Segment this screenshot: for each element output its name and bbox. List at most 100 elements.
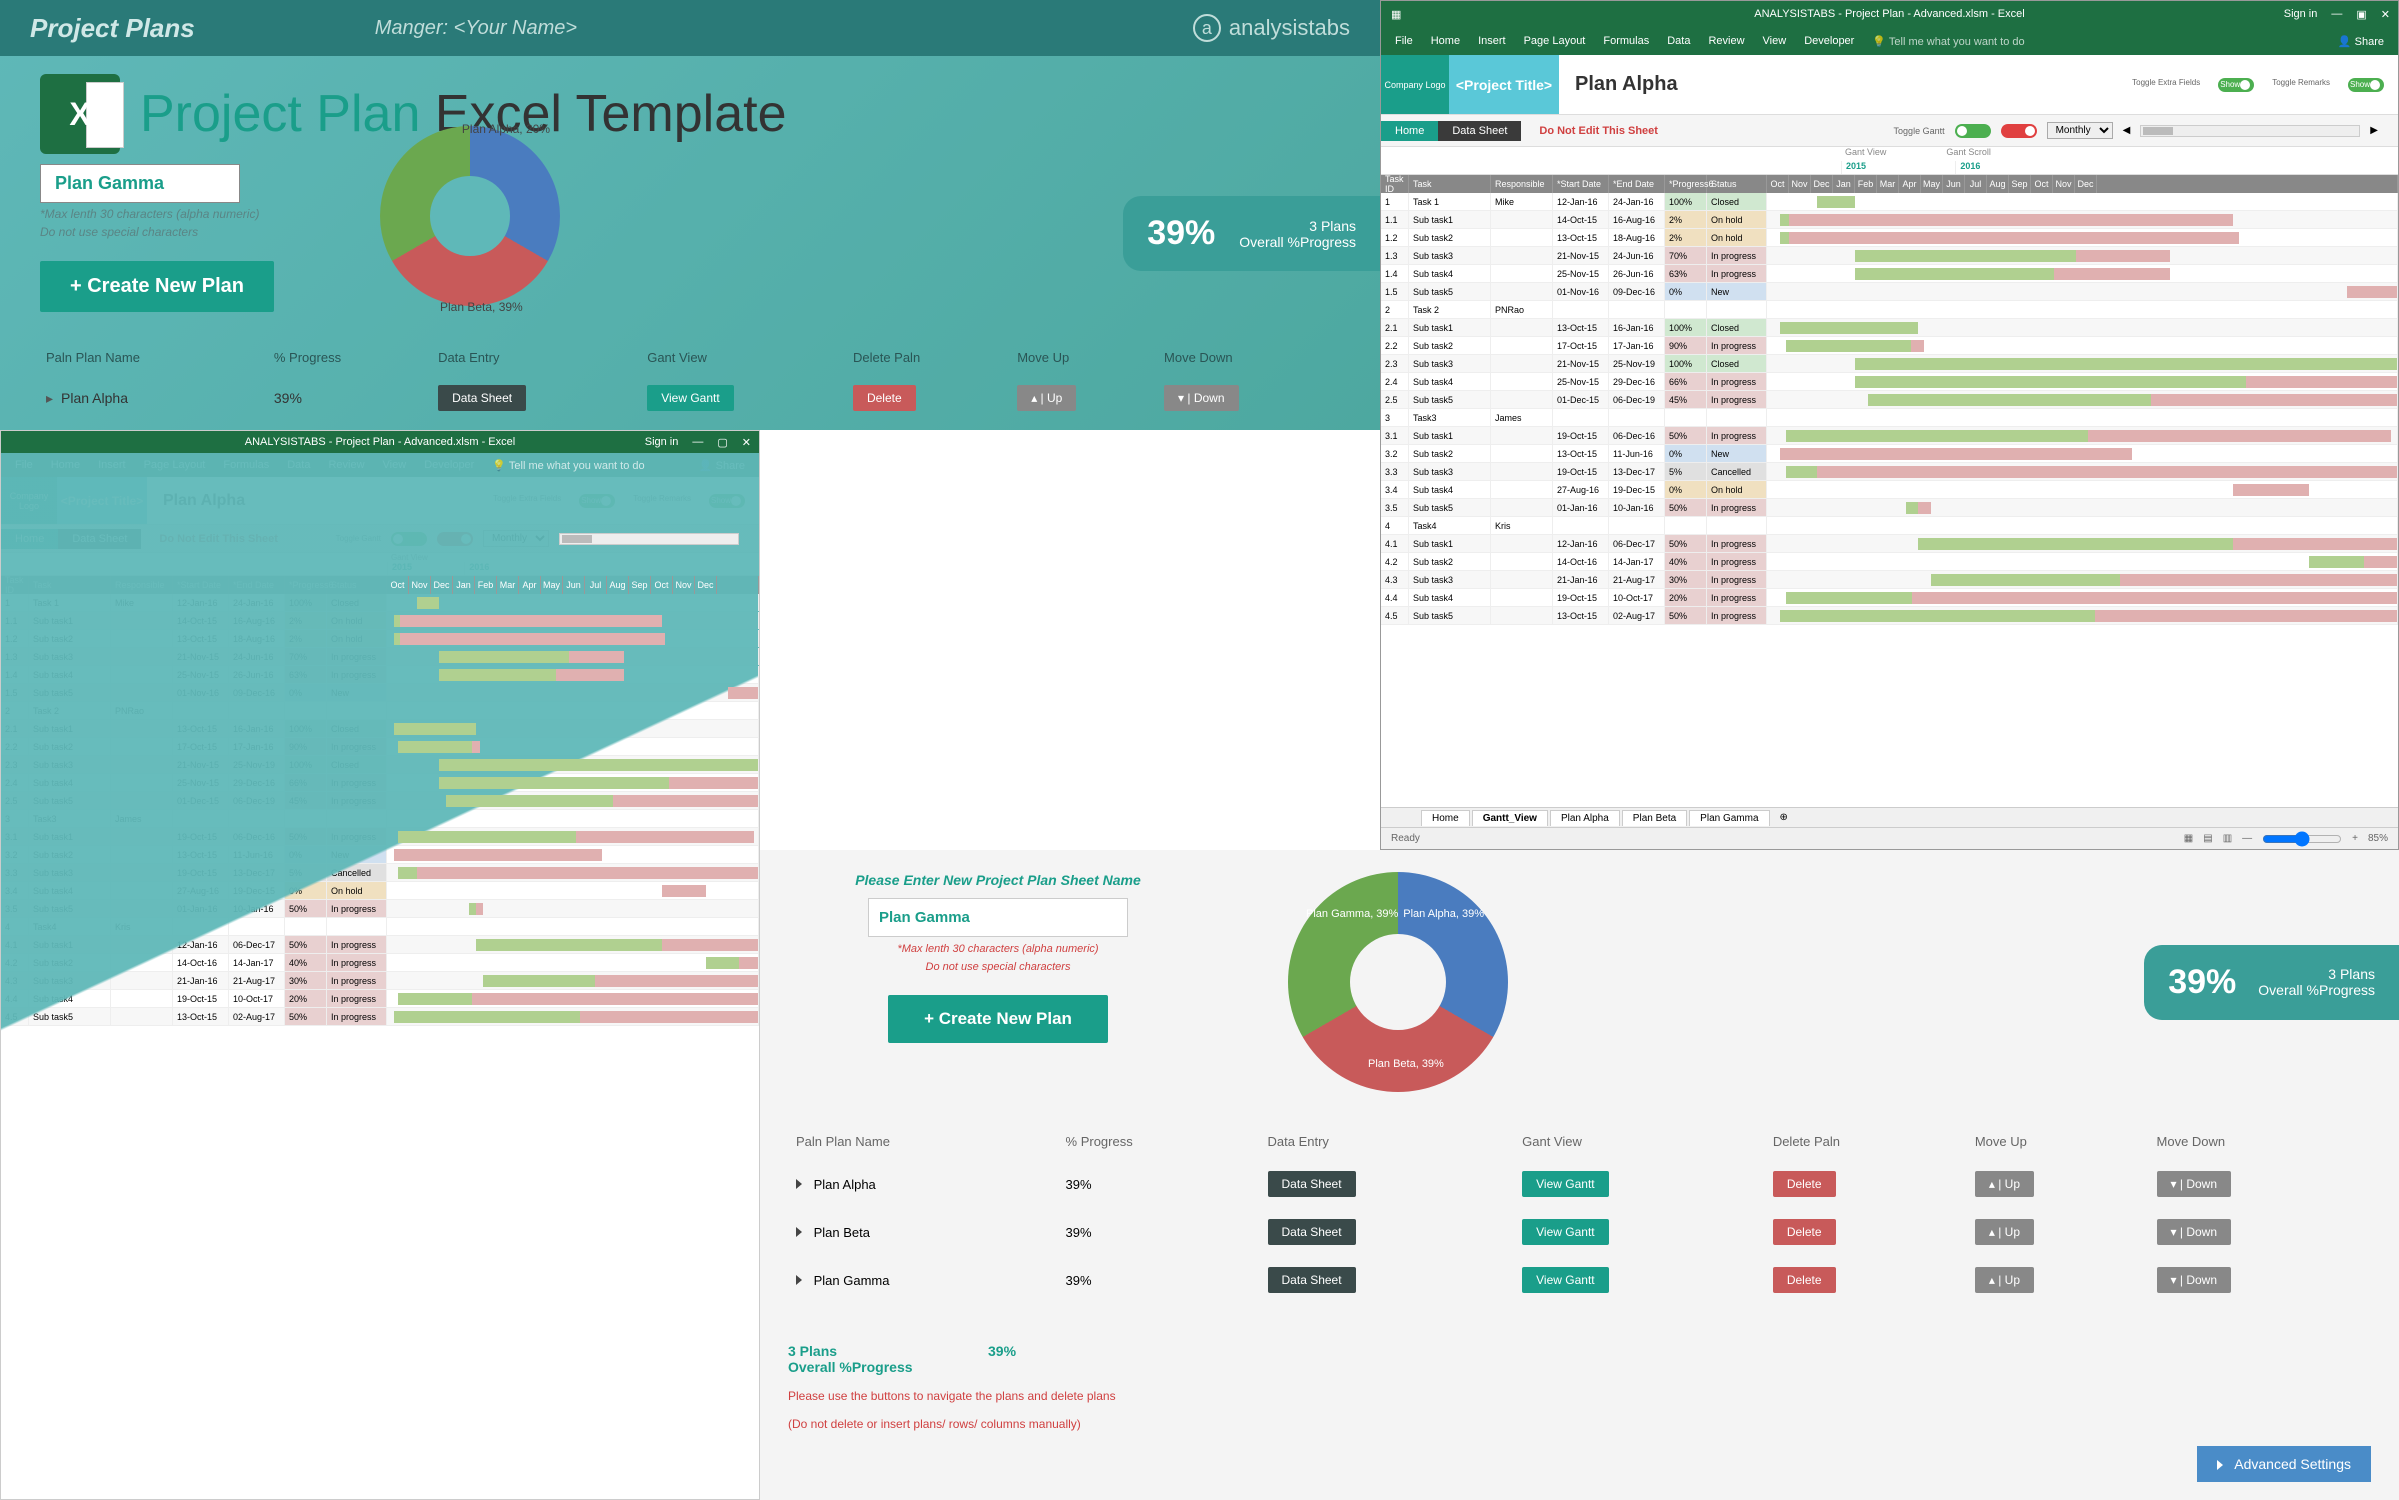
gantt-scroll[interactable]	[559, 533, 739, 545]
share-button[interactable]: 👤 Share	[699, 459, 745, 472]
gantt-row[interactable]: 1.1Sub task114-Oct-1516-Aug-162%On hold	[1381, 211, 2398, 229]
nav-datasheet-button-lg[interactable]: Data Sheet	[1438, 121, 1521, 141]
restore-icon[interactable]: ▣	[2356, 8, 2366, 21]
gantt-row[interactable]: 2.5Sub task501-Dec-1506-Dec-1945%In prog…	[1381, 391, 2398, 409]
close-icon[interactable]: ✕	[742, 436, 751, 449]
project-title-cell-lg[interactable]: <Project Title>	[1449, 55, 1559, 114]
move-up-button[interactable]: ▴ | Up	[1975, 1171, 2034, 1197]
ribbon-tab[interactable]: Developer	[424, 459, 474, 471]
gantt-row[interactable]: 4.5Sub task513-Oct-1502-Aug-1750%In prog…	[1381, 607, 2398, 625]
scroll-next[interactable]: ▶	[2370, 125, 2378, 136]
project-title-cell[interactable]: <Project Title>	[57, 477, 147, 524]
move-down-button[interactable]: ▾ | Down	[2157, 1171, 2232, 1197]
gantt-row[interactable]: 2Task 2PNRao	[1381, 301, 2398, 319]
gantt-row[interactable]: 4.2Sub task214-Oct-1614-Jan-1740%In prog…	[1, 954, 759, 972]
gantt-row[interactable]: 4.5Sub task513-Oct-1502-Aug-1750%In prog…	[1, 1008, 759, 1026]
gantt-row[interactable]: 3.2Sub task213-Oct-1511-Jun-160%New	[1, 846, 759, 864]
gantt-row[interactable]: 1Task 1Mike12-Jan-1624-Jan-16100%Closed	[1, 594, 759, 612]
gantt-row[interactable]: 2.3Sub task321-Nov-1525-Nov-19100%Closed	[1381, 355, 2398, 373]
gantt-row[interactable]: 4.2Sub task214-Oct-1614-Jan-1740%In prog…	[1381, 553, 2398, 571]
dashboard-create-button[interactable]: + Create New Plan	[888, 995, 1108, 1043]
gantt-row[interactable]: 2.4Sub task425-Nov-1529-Dec-1666%In prog…	[1, 774, 759, 792]
ribbon-tab[interactable]: Insert	[98, 459, 126, 471]
signin-link-lg[interactable]: Sign in	[2284, 8, 2318, 21]
toggle-gantt-on[interactable]	[391, 532, 427, 546]
add-sheet-button[interactable]: ⊕	[1772, 810, 1796, 825]
gantt-row[interactable]: 3.4Sub task427-Aug-1619-Dec-150%On hold	[1, 882, 759, 900]
nav-home-button[interactable]: Home	[1, 529, 58, 549]
gantt-row[interactable]: 2.3Sub task321-Nov-1525-Nov-19100%Closed	[1, 756, 759, 774]
gantt-row[interactable]: 4Task4Kris	[1, 918, 759, 936]
gantt-row[interactable]: 3.2Sub task213-Oct-1511-Jun-160%New	[1381, 445, 2398, 463]
view-page-icon[interactable]: ▤	[2203, 833, 2212, 844]
ribbon-tab[interactable]: Data	[1667, 35, 1690, 47]
gantt-row[interactable]: 4.3Sub task321-Jan-1621-Aug-1730%In prog…	[1381, 571, 2398, 589]
gantt-row[interactable]: 1.1Sub task114-Oct-1516-Aug-162%On hold	[1, 612, 759, 630]
sheet-tab[interactable]: Plan Gamma	[1689, 810, 1769, 826]
datasheet-button[interactable]: Data Sheet	[1268, 1219, 1356, 1245]
ribbon-tab[interactable]: Developer	[1804, 35, 1854, 47]
toggle-remarks-lg[interactable]: Show	[2348, 78, 2384, 92]
scroll-prev[interactable]: ◀	[2123, 125, 2131, 136]
gantt-row[interactable]: 3Task3James	[1381, 409, 2398, 427]
gantt-row[interactable]: 1.3Sub task321-Nov-1524-Jun-1670%In prog…	[1381, 247, 2398, 265]
gantt-row[interactable]: 3.5Sub task501-Jan-1610-Jan-1650%In prog…	[1381, 499, 2398, 517]
ribbon-tab[interactable]: View	[383, 459, 407, 471]
view-gantt-button[interactable]: View Gantt	[1522, 1171, 1608, 1197]
ribbon-tab[interactable]: Home	[51, 459, 80, 471]
gantt-row[interactable]: 3.1Sub task119-Oct-1506-Dec-1650%In prog…	[1, 828, 759, 846]
ribbon-tab[interactable]: Formulas	[223, 459, 269, 471]
gantt-row[interactable]: 1.5Sub task501-Nov-1609-Dec-160%New	[1381, 283, 2398, 301]
delete-button[interactable]: Delete	[853, 385, 916, 411]
toggle-extra-lg[interactable]: Show	[2218, 78, 2254, 92]
move-up-button[interactable]: ▴ | Up	[1975, 1267, 2034, 1293]
toggle-gantt-on-lg[interactable]	[1955, 124, 1991, 138]
gantt-row[interactable]: 1.2Sub task213-Oct-1518-Aug-162%On hold	[1381, 229, 2398, 247]
gantt-row[interactable]: 3.1Sub task119-Oct-1506-Dec-1650%In prog…	[1381, 427, 2398, 445]
gantt-row[interactable]: 3.4Sub task427-Aug-1619-Dec-150%On hold	[1381, 481, 2398, 499]
create-plan-button[interactable]: + Create New Plan	[40, 261, 274, 312]
datasheet-button[interactable]: Data Sheet	[1268, 1171, 1356, 1197]
ribbon-tab[interactable]: Page Layout	[1524, 35, 1586, 47]
move-down-button[interactable]: ▾ | Down	[1164, 385, 1239, 411]
tell-me[interactable]: 💡 Tell me what you want to do	[1872, 35, 2024, 48]
move-up-button[interactable]: ▴ | Up	[1975, 1219, 2034, 1245]
nav-datasheet-button[interactable]: Data Sheet	[58, 529, 141, 549]
gantt-row[interactable]: 4.4Sub task419-Oct-1510-Oct-1720%In prog…	[1381, 589, 2398, 607]
ribbon-tab[interactable]: Page Layout	[144, 459, 206, 471]
view-gantt-button[interactable]: View Gantt	[647, 385, 733, 411]
toggle-remarks[interactable]: Show	[709, 494, 745, 508]
ribbon-tab[interactable]: Review	[328, 459, 364, 471]
gantt-row[interactable]: 4Task4Kris	[1381, 517, 2398, 535]
gantt-row[interactable]: 2.2Sub task217-Oct-1517-Jan-1690%In prog…	[1381, 337, 2398, 355]
gantt-row[interactable]: 2.5Sub task501-Dec-1506-Dec-1945%In prog…	[1, 792, 759, 810]
maximize-icon[interactable]: ▢	[717, 436, 727, 449]
advanced-settings-button[interactable]: Advanced Settings	[2197, 1446, 2371, 1482]
gantt-row[interactable]: 3.5Sub task501-Jan-1610-Jan-1650%In prog…	[1, 900, 759, 918]
signin-link[interactable]: Sign in	[645, 436, 679, 449]
ribbon-tab[interactable]: File	[15, 459, 33, 471]
gantt-row[interactable]: 4.3Sub task321-Jan-1621-Aug-1730%In prog…	[1, 972, 759, 990]
period-select-lg[interactable]: Monthly	[2047, 122, 2113, 139]
ribbon-tab[interactable]: Review	[1708, 35, 1744, 47]
sheet-tab[interactable]: Plan Alpha	[1550, 810, 1620, 826]
delete-button[interactable]: Delete	[1773, 1267, 1836, 1293]
gantt-row[interactable]: 1.2Sub task213-Oct-1518-Aug-162%On hold	[1, 630, 759, 648]
minimize-icon[interactable]: —	[692, 436, 703, 449]
plan-name-input[interactable]	[40, 164, 240, 203]
move-up-button[interactable]: ▴ | Up	[1017, 385, 1076, 411]
gantt-row[interactable]: 1.5Sub task501-Nov-1609-Dec-160%New	[1, 684, 759, 702]
ribbon-tab[interactable]: View	[1763, 35, 1787, 47]
gantt-row[interactable]: 4.1Sub task112-Jan-1606-Dec-1750%In prog…	[1, 936, 759, 954]
sheet-tab[interactable]: Plan Beta	[1622, 810, 1687, 826]
datasheet-button[interactable]: Data Sheet	[438, 385, 526, 411]
gantt-row[interactable]: 2Task 2PNRao	[1, 702, 759, 720]
close-icon[interactable]: ✕	[2381, 8, 2390, 21]
delete-button[interactable]: Delete	[1773, 1219, 1836, 1245]
gantt-row[interactable]: 1.4Sub task425-Nov-1526-Jun-1663%In prog…	[1, 666, 759, 684]
gantt-row[interactable]: 4.1Sub task112-Jan-1606-Dec-1750%In prog…	[1381, 535, 2398, 553]
gantt-scroll-lg[interactable]	[2140, 125, 2360, 137]
move-down-button[interactable]: ▾ | Down	[2157, 1267, 2232, 1293]
ribbon-tab[interactable]: File	[1395, 35, 1413, 47]
view-gantt-button[interactable]: View Gantt	[1522, 1219, 1608, 1245]
